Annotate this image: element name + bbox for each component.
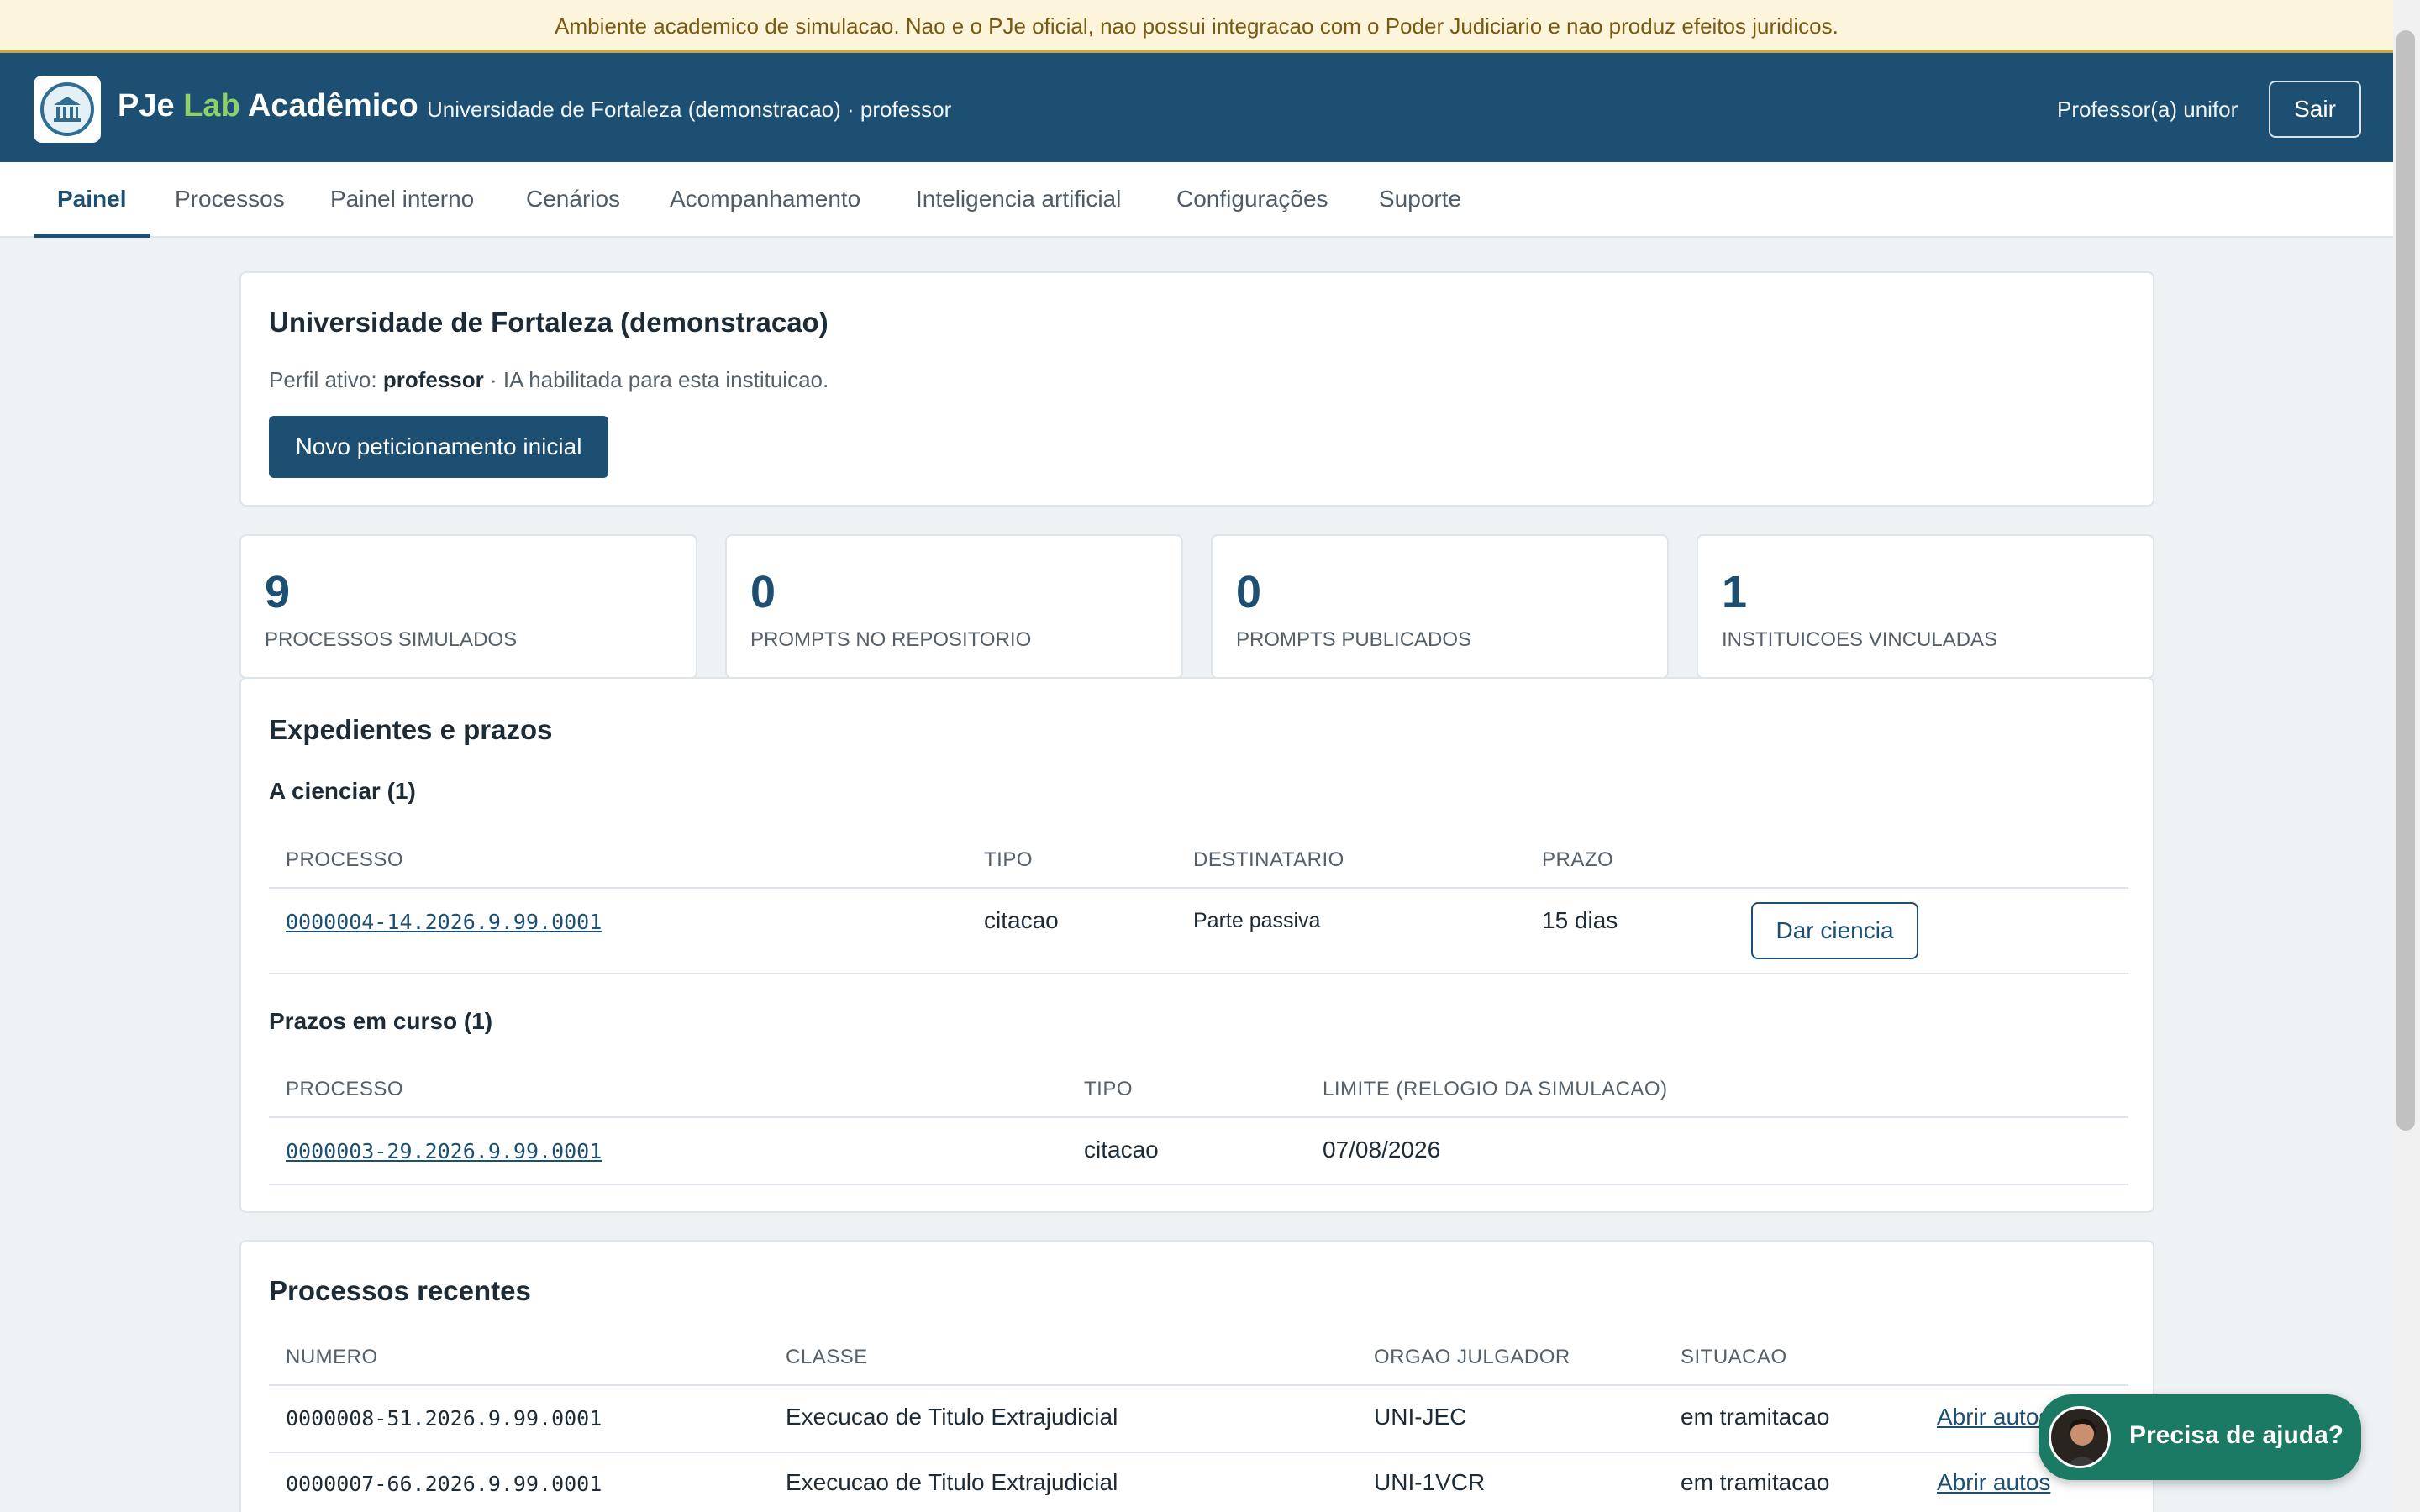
stat-card: 9 PROCESSOS SIMULADOS [239, 534, 697, 679]
abrir-autos-link[interactable]: Abrir autos [1937, 1404, 2050, 1431]
brand-academico: Acadêmico [247, 88, 418, 123]
top-header: PJe Lab Acadêmico Universidade de Fortal… [0, 53, 2393, 162]
col-header-situacao: SITUACAO [1681, 1346, 1787, 1368]
divider [269, 1384, 2128, 1386]
assistant-avatar-icon [2049, 1406, 2111, 1468]
user-name: Professor(a) unifor [2057, 97, 2238, 122]
tab-cenarios[interactable]: Cenários [526, 162, 620, 238]
stat-value: 0 [750, 567, 776, 617]
col-header-classe: CLASSE [786, 1346, 868, 1368]
prazo-cell: 15 dias [1542, 907, 1618, 933]
institution-title: Universidade de Fortaleza (demonstracao) [269, 307, 829, 338]
tab-processos[interactable]: Processos [175, 162, 285, 238]
stat-value: 9 [265, 567, 291, 617]
brand-pje: PJe [118, 88, 175, 123]
col-header-numero: NUMERO [286, 1346, 378, 1368]
help-chat-button[interactable]: Precisa de ajuda? [2039, 1394, 2361, 1480]
dar-ciencia-button[interactable]: Dar ciencia [1751, 902, 1918, 959]
divider [269, 1452, 2128, 1453]
profile-prefix: Perfil ativo: [269, 367, 383, 392]
tab-painel[interactable]: Painel [34, 162, 150, 238]
help-label: Precisa de ajuda? [2129, 1421, 2344, 1449]
processo-link[interactable]: 0000004-14.2026.9.99.0001 [286, 910, 602, 934]
stat-value: 0 [1236, 567, 1262, 617]
main-nav: Painel Processos Painel interno Cenários… [0, 162, 2393, 238]
orgao-cell: UNI-1VCR [1374, 1469, 1486, 1495]
col-header-tipo: TIPO [984, 848, 1034, 871]
col-header-destinatario: DESTINATARIO [1193, 848, 1344, 871]
destinatario-cell: Parte passiva [1193, 909, 1321, 932]
courthouse-icon [40, 82, 94, 136]
numero-cell: 0000007-66.2026.9.99.0001 [286, 1472, 602, 1496]
limite-cell: 07/08/2026 [1323, 1137, 1441, 1163]
col-header-processo: PROCESSO [286, 848, 404, 871]
abrir-autos-link[interactable]: Abrir autos [1937, 1469, 2050, 1496]
banner-text: Ambiente academico de simulacao. Nao e o… [555, 13, 1839, 39]
tab-configuracoes[interactable]: Configurações [1176, 162, 1328, 238]
tab-suporte[interactable]: Suporte [1379, 162, 1461, 238]
stat-value: 1 [1722, 567, 1748, 617]
recent-processes-card: Processos recentes NUMERO CLASSE ORGAO J… [239, 1240, 2154, 1512]
institution-role: Universidade de Fortaleza (demonstracao)… [427, 97, 952, 122]
recent-title: Processos recentes [269, 1275, 531, 1306]
col-header-prazo: PRAZO [1542, 848, 1614, 871]
divider [269, 973, 2128, 974]
stat-label: INSTITUICOES VINCULADAS [1722, 628, 1998, 651]
classe-cell: Execucao de Titulo Extrajudicial [786, 1404, 1118, 1430]
brand-lab: Lab [183, 88, 240, 123]
situacao-cell: em tramitacao [1681, 1404, 1830, 1430]
stat-card: 0 PROMPTS PUBLICADOS [1211, 534, 1669, 679]
tab-acompanhamento[interactable]: Acompanhamento [670, 162, 860, 238]
logout-button[interactable]: Sair [2269, 81, 2361, 138]
tipo-cell: citacao [1084, 1137, 1159, 1163]
simulation-warning-banner: Ambiente academico de simulacao. Nao e o… [0, 0, 2393, 53]
divider [269, 1116, 2128, 1118]
profile-suffix: · IA habilitada para esta instituicao. [483, 367, 829, 392]
col-header-tipo: TIPO [1084, 1078, 1134, 1100]
profile-info: Perfil ativo: professor · IA habilitada … [269, 367, 829, 393]
col-header-processo: PROCESSO [286, 1078, 404, 1100]
situacao-cell: em tramitacao [1681, 1469, 1830, 1495]
stat-label: PROCESSOS SIMULADOS [265, 628, 518, 651]
page-scrollbar-thumb[interactable] [2396, 30, 2415, 1131]
expedientes-title: Expedientes e prazos [269, 714, 553, 745]
col-header-limite: LIMITE (RELOGIO DA SIMULACAO) [1323, 1078, 1668, 1100]
col-header-orgao: ORGAO JULGADOR [1374, 1346, 1570, 1368]
numero-cell: 0000008-51.2026.9.99.0001 [286, 1406, 602, 1431]
expedientes-card: Expedientes e prazos A cienciar (1) PROC… [239, 677, 2154, 1213]
app-logo[interactable] [34, 76, 101, 143]
a-cienciar-title: A cienciar (1) [269, 778, 416, 804]
processo-link[interactable]: 0000003-29.2026.9.99.0001 [286, 1139, 602, 1163]
divider [269, 887, 2128, 889]
orgao-cell: UNI-JEC [1374, 1404, 1467, 1430]
profile-role: professor [382, 367, 484, 392]
tab-painel-interno[interactable]: Painel interno [330, 162, 474, 238]
divider [269, 1184, 2128, 1185]
classe-cell: Execucao de Titulo Extrajudicial [786, 1469, 1118, 1495]
stat-card: 1 INSTITUICOES VINCULADAS [1697, 534, 2154, 679]
stat-label: PROMPTS NO REPOSITORIO [750, 628, 1032, 651]
brand-name: PJe Lab Acadêmico [118, 88, 418, 124]
tipo-cell: citacao [984, 907, 1059, 933]
institution-card: Universidade de Fortaleza (demonstracao)… [239, 271, 2154, 507]
new-petition-button[interactable]: Novo peticionamento inicial [269, 416, 608, 478]
stat-card: 0 PROMPTS NO REPOSITORIO [725, 534, 1183, 679]
tab-inteligencia-artificial[interactable]: Inteligencia artificial [916, 162, 1121, 238]
prazos-title: Prazos em curso (1) [269, 1008, 493, 1034]
stat-label: PROMPTS PUBLICADOS [1236, 628, 1472, 651]
